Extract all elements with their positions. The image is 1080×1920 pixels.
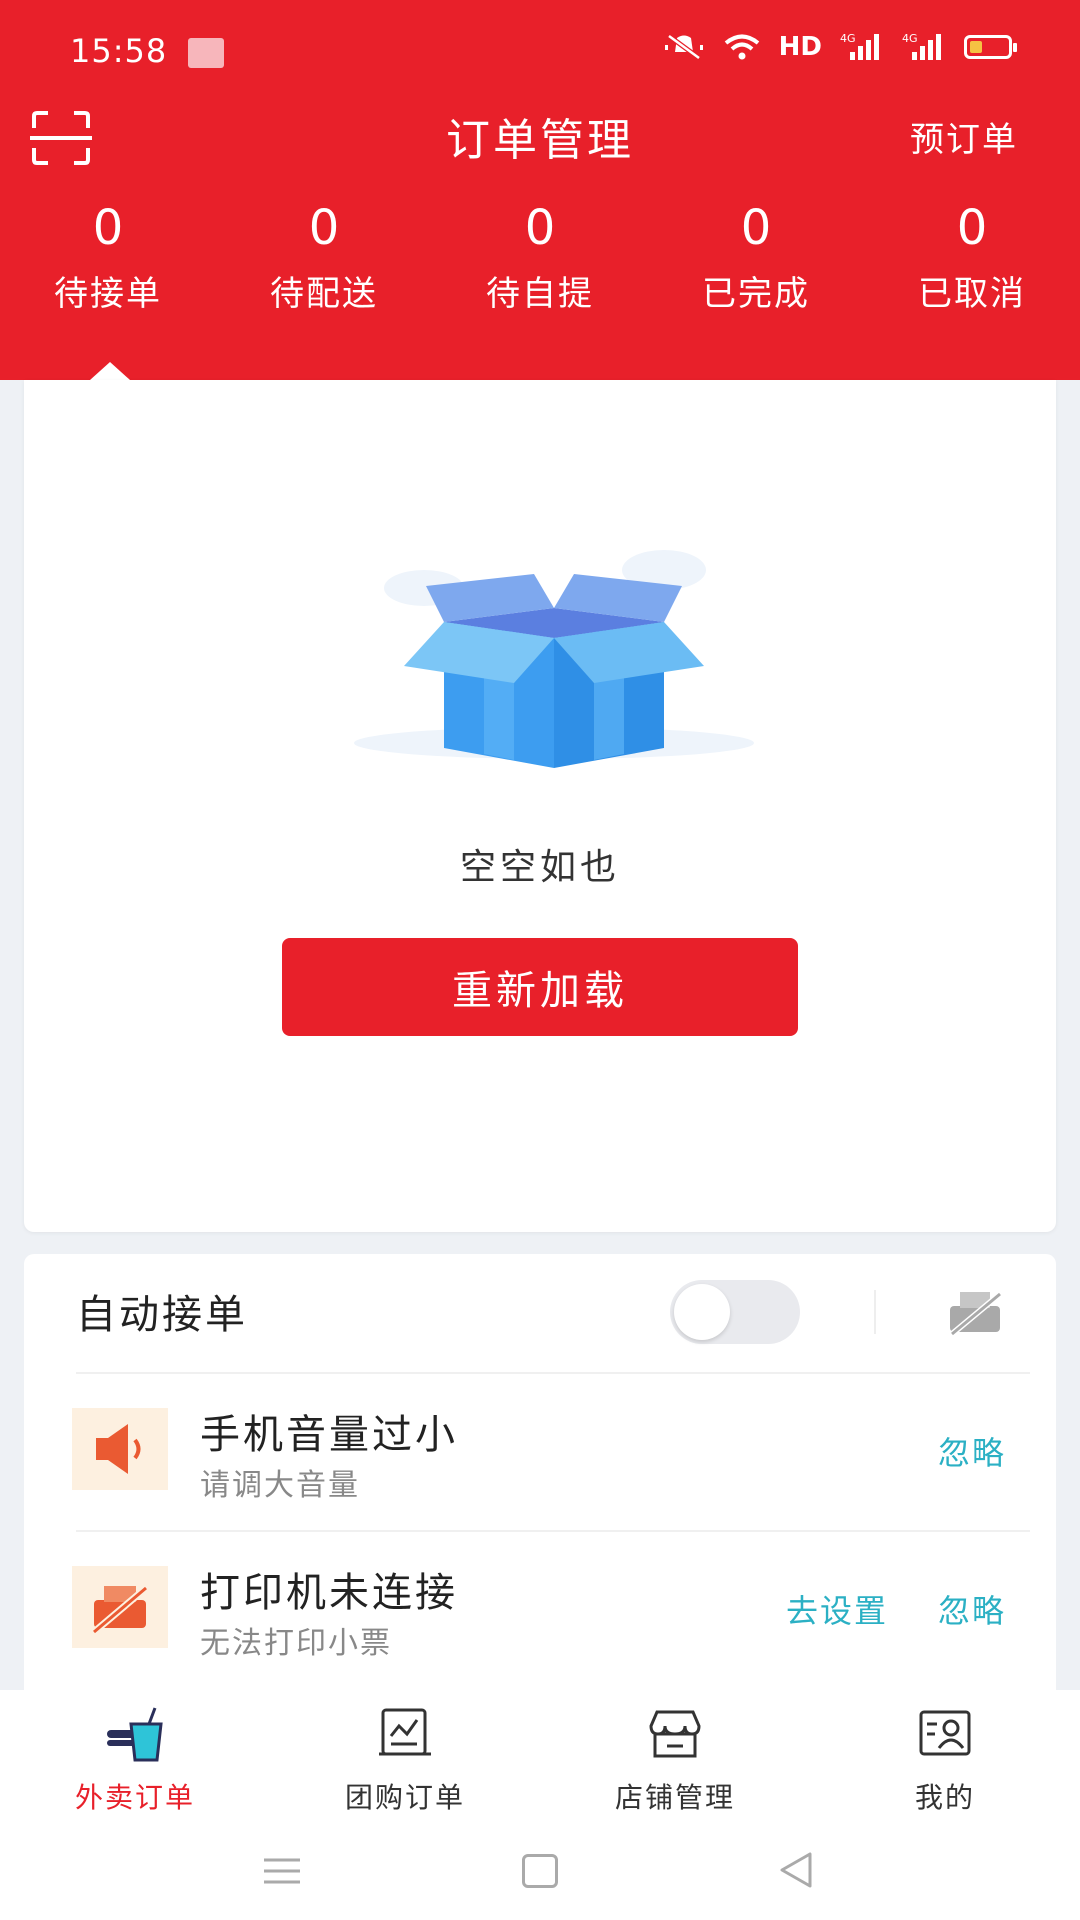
menu-icon[interactable] [262, 1856, 302, 1886]
tab-pending-accept[interactable]: 0 待接单 [0, 196, 216, 315]
nav-label: 店铺管理 [614, 1781, 735, 1814]
ignore-button[interactable]: 忽略 [938, 1586, 1006, 1632]
tab-label: 已取消 [918, 274, 1026, 314]
tab-count: 0 [524, 200, 556, 256]
tab-label: 待自提 [486, 274, 594, 314]
printer-disconnected-icon[interactable] [946, 1286, 1006, 1338]
speaker-icon [96, 1424, 141, 1474]
reload-button[interactable]: 重新加载 [282, 938, 798, 1036]
status-card: 自动接单 手机音量过小 请调大音量 忽略 打印机未连接 无法打印小票 去设置 忽… [24, 1254, 1056, 1690]
status-icons: HD 4G 4G [663, 32, 1017, 62]
battery-icon [964, 35, 1017, 59]
tab-count: 0 [92, 200, 124, 256]
mute-icon [664, 33, 703, 61]
svg-text:4G: 4G [840, 32, 856, 45]
tab-indicator [90, 362, 130, 380]
empty-state-card: 空空如也 重新加载 [24, 380, 1056, 1232]
go-settings-button[interactable]: 去设置 [786, 1586, 888, 1632]
notification-app-icon [188, 38, 224, 68]
status-bar: 15:58 HD 4G 4G [0, 0, 1080, 100]
alert-subtitle: 无法打印小票 [200, 1626, 392, 1661]
nav-label: 我的 [914, 1781, 975, 1814]
bottom-nav: 外卖订单 团购订单 店铺管理 我的 [0, 1690, 1080, 1820]
header: 15:58 HD 4G 4G 订单管理 预订单 0 待接单 0 待配送 0 待自… [0, 0, 1080, 380]
alert-printer: 打印机未连接 无法打印小票 去设置 忽略 [24, 1532, 1056, 1682]
printer-off-icon-box [72, 1566, 168, 1648]
profile-icon [919, 1710, 971, 1756]
tab-count: 0 [956, 200, 988, 256]
signal-icon-2: 4G [902, 32, 941, 60]
takeout-icon [107, 1707, 163, 1762]
nav-item-group-orders[interactable]: 团购订单 [270, 1690, 540, 1820]
alert-title: 打印机未连接 [200, 1570, 458, 1616]
nav-label: 外卖订单 [74, 1781, 195, 1814]
store-icon [649, 1710, 701, 1758]
hd-label: HD [778, 32, 822, 62]
auto-accept-label: 自动接单 [76, 1292, 248, 1338]
tab-label: 已完成 [702, 274, 810, 314]
svg-text:4G: 4G [902, 32, 918, 45]
tab-count: 0 [308, 200, 340, 256]
ignore-button[interactable]: 忽略 [938, 1428, 1006, 1474]
open-box-icon [354, 550, 754, 768]
system-nav-bar [0, 1820, 1080, 1920]
nav-item-store-management[interactable]: 店铺管理 [540, 1690, 810, 1820]
tab-label: 待配送 [270, 274, 378, 314]
alert-title: 手机音量过小 [200, 1412, 458, 1458]
wifi-icon [724, 34, 759, 60]
tab-pending-pickup[interactable]: 0 待自提 [432, 196, 648, 315]
order-status-tabs: 0 待接单 0 待配送 0 待自提 0 已完成 0 已取消 [0, 196, 1080, 315]
tab-pending-delivery[interactable]: 0 待配送 [216, 196, 432, 315]
empty-message: 空空如也 [459, 847, 620, 888]
tab-cancelled[interactable]: 0 已取消 [864, 196, 1080, 315]
signal-icon: 4G [840, 32, 879, 60]
nav-item-mine[interactable]: 我的 [810, 1690, 1080, 1820]
divider [874, 1290, 876, 1334]
home-icon[interactable] [522, 1854, 558, 1888]
tab-label: 待接单 [54, 274, 162, 314]
back-icon[interactable] [776, 1850, 816, 1890]
status-time: 15:58 [70, 32, 168, 70]
tab-count: 0 [740, 200, 772, 256]
group-order-icon [379, 1708, 431, 1756]
speaker-icon-box [72, 1408, 168, 1490]
alert-volume: 手机音量过小 请调大音量 忽略 [24, 1374, 1056, 1524]
nav-item-takeout-orders[interactable]: 外卖订单 [0, 1690, 270, 1820]
preorder-button[interactable]: 预订单 [910, 112, 1018, 161]
printer-off-icon [91, 1585, 149, 1635]
alert-subtitle: 请调大音量 [200, 1468, 360, 1503]
nav-label: 团购订单 [344, 1781, 465, 1814]
tab-completed[interactable]: 0 已完成 [648, 196, 864, 315]
auto-accept-toggle[interactable] [670, 1280, 800, 1344]
